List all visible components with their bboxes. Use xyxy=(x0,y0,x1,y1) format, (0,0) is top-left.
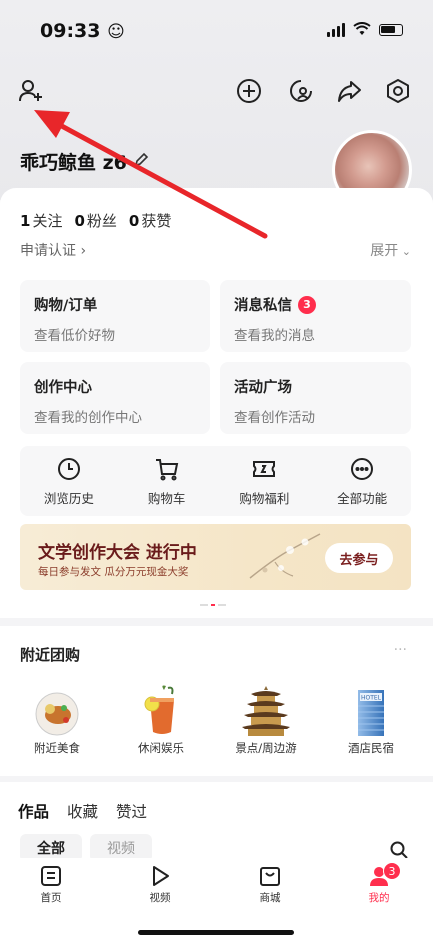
tab-label: 商城 xyxy=(259,892,281,904)
writing-contest-banner[interactable]: 文学创作大会 进行中 每日参与发文 瓜分万元现金大奖 去参与 xyxy=(20,524,411,590)
item-label: 景点/周边游 xyxy=(235,741,297,755)
tab-liked[interactable]: 赞过 xyxy=(116,800,147,822)
smiley-icon: ☺ xyxy=(107,22,125,42)
nearby-group-buy-section: 附近团购 ··· 附近美食 休闲娱乐 景点/周边游 HOTEL 酒店民宿 xyxy=(0,626,433,776)
card-title: 活动广场 xyxy=(234,380,292,396)
edit-icon[interactable] xyxy=(133,151,149,173)
status-time: 09:33 ☺ xyxy=(40,20,125,42)
cart-tool[interactable]: 购物车 xyxy=(118,446,216,516)
nearby-food-item[interactable]: 附近美食 xyxy=(12,684,102,756)
more-dots-icon xyxy=(351,458,374,480)
shopping-bag-icon xyxy=(260,867,280,886)
tab-label: 视频 xyxy=(149,892,171,904)
shopping-benefits-tool[interactable]: 购物福利 xyxy=(216,446,314,516)
notification-badge: 3 xyxy=(383,862,401,880)
pagoda-icon xyxy=(242,686,290,736)
banner-title: 文学创作大会 进行中 xyxy=(38,543,197,563)
svg-text:HOTEL: HOTEL xyxy=(361,695,382,702)
chevron-right-icon: › xyxy=(76,243,87,259)
item-label: 附近美食 xyxy=(34,741,80,755)
profile-stats: 1 关注 0 粉丝 0 获赞 xyxy=(20,210,171,231)
creator-center-card[interactable]: 创作中心 查看我的创作中心 xyxy=(20,362,210,434)
card-title: 消息私信 3 xyxy=(234,294,397,315)
signal-icon xyxy=(327,23,345,37)
hotel-building-icon: HOTEL xyxy=(358,690,384,736)
profile-action-bar xyxy=(0,74,433,110)
tool-label: 浏览历史 xyxy=(43,491,94,506)
message-badge: 3 xyxy=(298,295,316,314)
card-title: 创作中心 xyxy=(34,380,92,396)
tab-label: 首页 xyxy=(40,892,62,904)
wifi-icon xyxy=(353,22,371,38)
item-label: 酒店民宿 xyxy=(348,741,394,755)
item-label: 休闲娱乐 xyxy=(138,741,184,755)
status-icons xyxy=(327,22,403,38)
shopping-orders-card[interactable]: 购物/订单 查看低价好物 xyxy=(20,280,210,352)
status-bar: 09:33 ☺ xyxy=(0,0,433,60)
card-subtitle: 查看低价好物 xyxy=(34,328,115,344)
section-title: 附近团购 xyxy=(20,646,81,664)
quick-tools: 浏览历史 购物车 购物福利 全部功能 xyxy=(20,446,411,516)
following-stat[interactable]: 1 关注 xyxy=(20,210,62,231)
all-functions-tool[interactable]: 全部功能 xyxy=(313,446,411,516)
activity-square-card[interactable]: 活动广场 查看创作活动 xyxy=(220,362,411,434)
coupon-icon xyxy=(253,461,276,477)
history-tool[interactable]: 浏览历史 xyxy=(20,446,118,516)
battery-icon xyxy=(379,24,403,36)
add-friend-icon[interactable] xyxy=(16,76,46,106)
join-button[interactable]: 去参与 xyxy=(325,543,393,573)
home-indicator xyxy=(138,930,294,935)
card-subtitle: 查看我的消息 xyxy=(234,328,315,344)
leisure-item[interactable]: 休闲娱乐 xyxy=(116,684,206,756)
tab-home[interactable]: 首页 xyxy=(21,864,81,905)
chevron-down-icon: ⌄ xyxy=(398,245,411,258)
tab-me[interactable]: 3 我的 xyxy=(349,862,409,905)
tool-label: 购物车 xyxy=(147,491,186,506)
add-icon[interactable] xyxy=(234,76,264,106)
works-tabs: 作品 收藏 赞过 xyxy=(18,800,147,822)
plum-blossom-decoration xyxy=(249,533,321,579)
time-text: 09:33 xyxy=(40,20,101,42)
share-icon[interactable] xyxy=(334,76,364,106)
card-title: 购物/订单 xyxy=(34,298,98,314)
tab-works[interactable]: 作品 xyxy=(18,800,49,822)
clock-icon xyxy=(57,458,80,480)
scenic-spots-item[interactable]: 景点/周边游 xyxy=(221,684,311,756)
banner-pagination xyxy=(200,604,226,606)
tool-label: 购物福利 xyxy=(239,491,290,506)
card-subtitle: 查看我的创作中心 xyxy=(34,410,142,426)
expand-label: 展开 xyxy=(370,243,399,259)
scan-user-icon[interactable] xyxy=(286,76,316,106)
cart-icon xyxy=(155,459,178,481)
cert-label: 申请认证 xyxy=(20,243,76,259)
card-subtitle: 查看创作活动 xyxy=(234,410,315,426)
banner-subtitle: 每日参与发文 瓜分万元现金大奖 xyxy=(38,566,189,578)
profile-name[interactable]: 乖巧鲸鱼 z6 xyxy=(20,148,149,175)
tab-mall[interactable]: 商城 xyxy=(240,864,300,905)
settings-icon[interactable] xyxy=(383,76,413,106)
play-icon xyxy=(153,866,169,886)
hotel-item[interactable]: HOTEL 酒店民宿 xyxy=(326,684,416,756)
tab-video[interactable]: 视频 xyxy=(130,864,190,905)
expand-button[interactable]: 展开 ⌄ xyxy=(370,240,411,260)
tab-favorites[interactable]: 收藏 xyxy=(67,800,98,822)
tool-label: 全部功能 xyxy=(337,491,388,506)
profile-sheet: 1 关注 0 粉丝 0 获赞 申请认证 › 展开 ⌄ 购物/订单 查看低价好物 消息私… xyxy=(0,188,433,618)
food-plate-icon xyxy=(35,692,79,736)
home-icon xyxy=(41,866,61,886)
likes-stat[interactable]: 0 获赞 xyxy=(129,210,171,231)
messages-card[interactable]: 消息私信 3 查看我的消息 xyxy=(220,280,411,352)
more-icon[interactable]: ··· xyxy=(394,642,407,658)
apply-certification-link[interactable]: 申请认证 › xyxy=(20,240,86,260)
followers-stat[interactable]: 0 粉丝 xyxy=(74,210,116,231)
cocktail-icon xyxy=(144,685,174,734)
tab-label: 我的 xyxy=(368,892,390,904)
profile-name-text: 乖巧鲸鱼 z6 xyxy=(20,152,127,174)
